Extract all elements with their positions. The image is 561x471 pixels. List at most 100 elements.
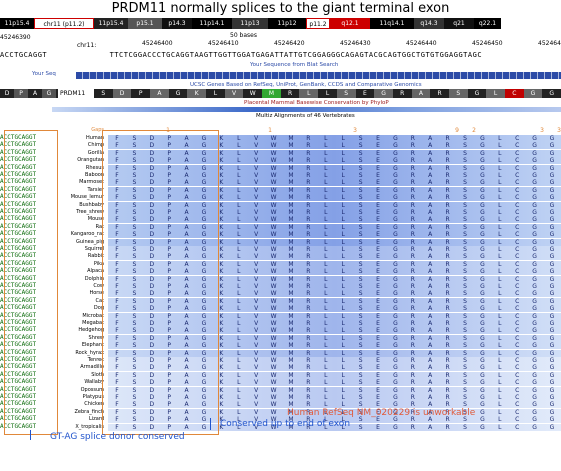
aa-cell: A — [428, 201, 433, 209]
species-label[interactable]: Chimp — [52, 142, 104, 149]
aa-cell: E — [376, 394, 380, 401]
ideogram-band[interactable]: q22.1 — [474, 18, 501, 29]
species-label[interactable]: Wallaby — [52, 379, 104, 386]
aa-cell: S — [358, 186, 363, 194]
species-label[interactable]: Microbat — [52, 313, 104, 320]
ideogram-band[interactable]: 11p15.4 — [0, 18, 34, 29]
your-seq-label[interactable]: Your Seq — [32, 71, 56, 77]
species-label[interactable]: Armadillo — [52, 364, 104, 371]
ideogram-band[interactable]: p11.2 — [306, 18, 330, 29]
species-label[interactable]: Kangaroo_rat — [52, 231, 104, 238]
aa-cell: C — [515, 260, 520, 268]
aa-cell: V — [254, 379, 259, 387]
species-label[interactable]: Guinea_pig — [52, 239, 104, 246]
species-label[interactable]: X_tropicalis — [52, 424, 104, 431]
ideogram-band[interactable]: q21 — [444, 18, 474, 29]
prdm11-label[interactable]: PRDM11 — [60, 90, 85, 97]
species-label[interactable]: Baboon — [52, 172, 104, 179]
aa-cell: R — [410, 312, 415, 320]
species-label[interactable]: Hedgehog — [52, 327, 104, 334]
ideogram-band[interactable]: chr11 (p11.2) — [34, 18, 94, 29]
species-label[interactable]: Cat — [52, 298, 104, 305]
aa-cell: W — [270, 305, 277, 313]
species-label[interactable]: Pika — [52, 261, 104, 268]
ideogram-band[interactable]: q12.1 — [330, 18, 370, 29]
aa-cell: L — [324, 275, 328, 283]
aa-cell: L — [341, 179, 345, 187]
aa-cell: S — [463, 135, 467, 142]
aa-cell: R — [410, 246, 415, 253]
ideogram-band[interactable]: 11q14.1 — [370, 18, 414, 29]
aa-cell: S — [463, 394, 467, 401]
aa-cell: V — [254, 209, 259, 216]
ideogram-band[interactable]: p15.1 — [128, 18, 162, 29]
ideogram-band[interactable]: 11p13 — [232, 18, 268, 29]
ideogram-band[interactable]: q14.3 — [414, 18, 444, 29]
aa-cell: R — [410, 364, 415, 372]
species-label[interactable]: Rat — [52, 224, 104, 231]
aa-cell: G — [480, 216, 485, 224]
species-label[interactable]: Shrew — [52, 335, 104, 342]
aa-cell: C — [515, 149, 520, 157]
species-label[interactable]: Marmoset — [52, 179, 104, 186]
species-label[interactable]: Human — [52, 135, 104, 142]
species-label[interactable]: Dog — [52, 305, 104, 312]
aa-cell: L — [324, 349, 328, 357]
chromosome-ideogram[interactable]: 11p15.4 chr11 (p11.2) 11p15.4 p15.1 p14.3 11p… — [0, 18, 561, 29]
prdm11-aa-cell: A — [150, 89, 169, 98]
aa-cell: R — [410, 149, 415, 157]
species-label[interactable]: Alpaca — [52, 268, 104, 275]
species-label[interactable]: Rabbit — [52, 253, 104, 260]
aa-cell: G — [393, 327, 398, 335]
aa-cell: L — [341, 297, 345, 305]
aa-cell: L — [237, 320, 241, 327]
species-label[interactable]: Opossum — [52, 387, 104, 394]
left-aa-cell: G — [42, 89, 56, 98]
aa-cell: R — [410, 275, 415, 283]
species-label[interactable]: Mouse — [52, 216, 104, 223]
aa-cell: M — [288, 209, 294, 216]
species-label[interactable]: Tenrec — [52, 357, 104, 364]
species-label[interactable]: Squirrel — [52, 246, 104, 253]
species-label[interactable]: Lizard — [52, 416, 104, 423]
aa-cell: E — [376, 223, 380, 231]
aa-cell: R — [410, 157, 415, 165]
species-label[interactable]: Tarsier — [52, 187, 104, 194]
aa-cell: R — [306, 216, 311, 224]
species-label[interactable]: Orangutan — [52, 157, 104, 164]
species-label[interactable]: Megabat — [52, 320, 104, 327]
aa-cell: A — [428, 186, 433, 194]
aa-cell: S — [463, 194, 467, 202]
prdm11-aa-cell: L — [486, 89, 505, 98]
species-label[interactable]: Gorilla — [52, 150, 104, 157]
aa-cell: C — [515, 142, 520, 150]
species-label[interactable]: Bushbaby — [52, 202, 104, 209]
species-label[interactable]: Rock_hyrax — [52, 350, 104, 357]
ideogram-band[interactable]: 11p15.4 — [94, 18, 128, 29]
aa-cell: L — [237, 135, 241, 142]
ideogram-band[interactable]: 11p12 — [268, 18, 306, 29]
species-label[interactable]: Zebra_finch — [52, 409, 104, 416]
aa-cell: G — [532, 320, 537, 327]
ideogram-band[interactable]: p14.3 — [162, 18, 192, 29]
ideogram-band[interactable]: 11p14.1 — [192, 18, 232, 29]
species-label[interactable]: Mouse_lemur — [52, 194, 104, 201]
your-seq-track[interactable] — [76, 72, 561, 79]
aa-cell: C — [515, 238, 520, 246]
species-label[interactable]: Rhesus — [52, 165, 104, 172]
species-label[interactable]: Cow — [52, 283, 104, 290]
ruler-scale: 50 bases — [230, 32, 257, 39]
prdm11-aa-track[interactable]: SDPAGKLVWMRLLSEGRARSGLCGG — [94, 89, 561, 98]
species-label[interactable]: Horse — [52, 290, 104, 297]
aa-cell: R — [445, 394, 450, 401]
aa-cell: S — [463, 334, 467, 342]
aa-cell: R — [445, 297, 450, 305]
aa-cell: R — [410, 253, 415, 261]
species-label[interactable]: Sloth — [52, 372, 104, 379]
species-label[interactable]: Tree_shrew — [52, 209, 104, 216]
species-label[interactable]: Dolphin — [52, 276, 104, 283]
species-label[interactable]: Chicken — [52, 401, 104, 408]
species-label[interactable]: Platypus — [52, 394, 104, 401]
species-label[interactable]: Elephant — [52, 342, 104, 349]
aa-cell: L — [498, 334, 502, 342]
